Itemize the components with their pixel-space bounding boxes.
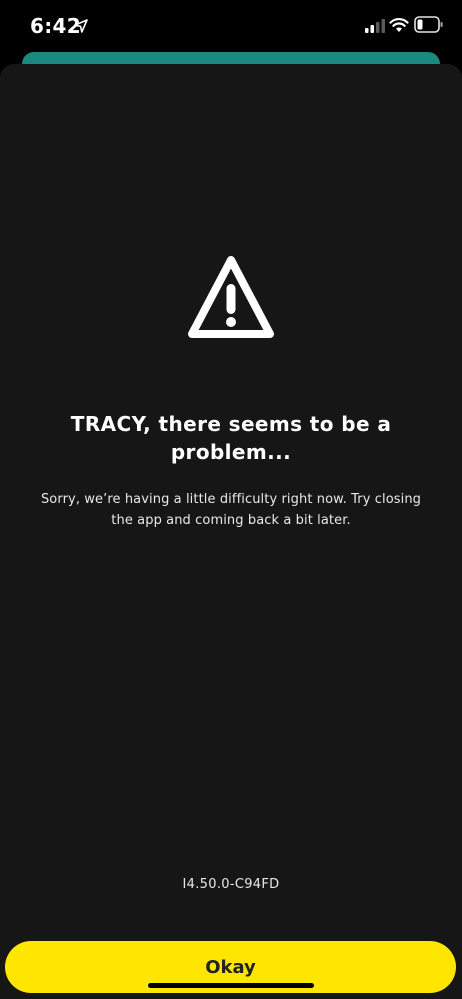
status-bar: 6:42: [0, 0, 462, 54]
wifi-icon: [389, 18, 409, 32]
battery-icon: [414, 16, 443, 33]
error-title: TRACY, there seems to be a problem...: [70, 412, 392, 464]
app-screen: 6:42 TRACY, there seems to be a problem.…: [0, 0, 462, 999]
version-label: I4.50.0-C94FD: [182, 877, 280, 892]
error-sheet: [0, 64, 462, 999]
location-arrow-icon: [74, 19, 88, 33]
home-indicator: [148, 983, 314, 988]
warning-triangle-icon: [188, 256, 274, 338]
error-message: Sorry, we’re having a little difficulty …: [40, 492, 422, 528]
cellular-signal-icon: [365, 19, 385, 33]
